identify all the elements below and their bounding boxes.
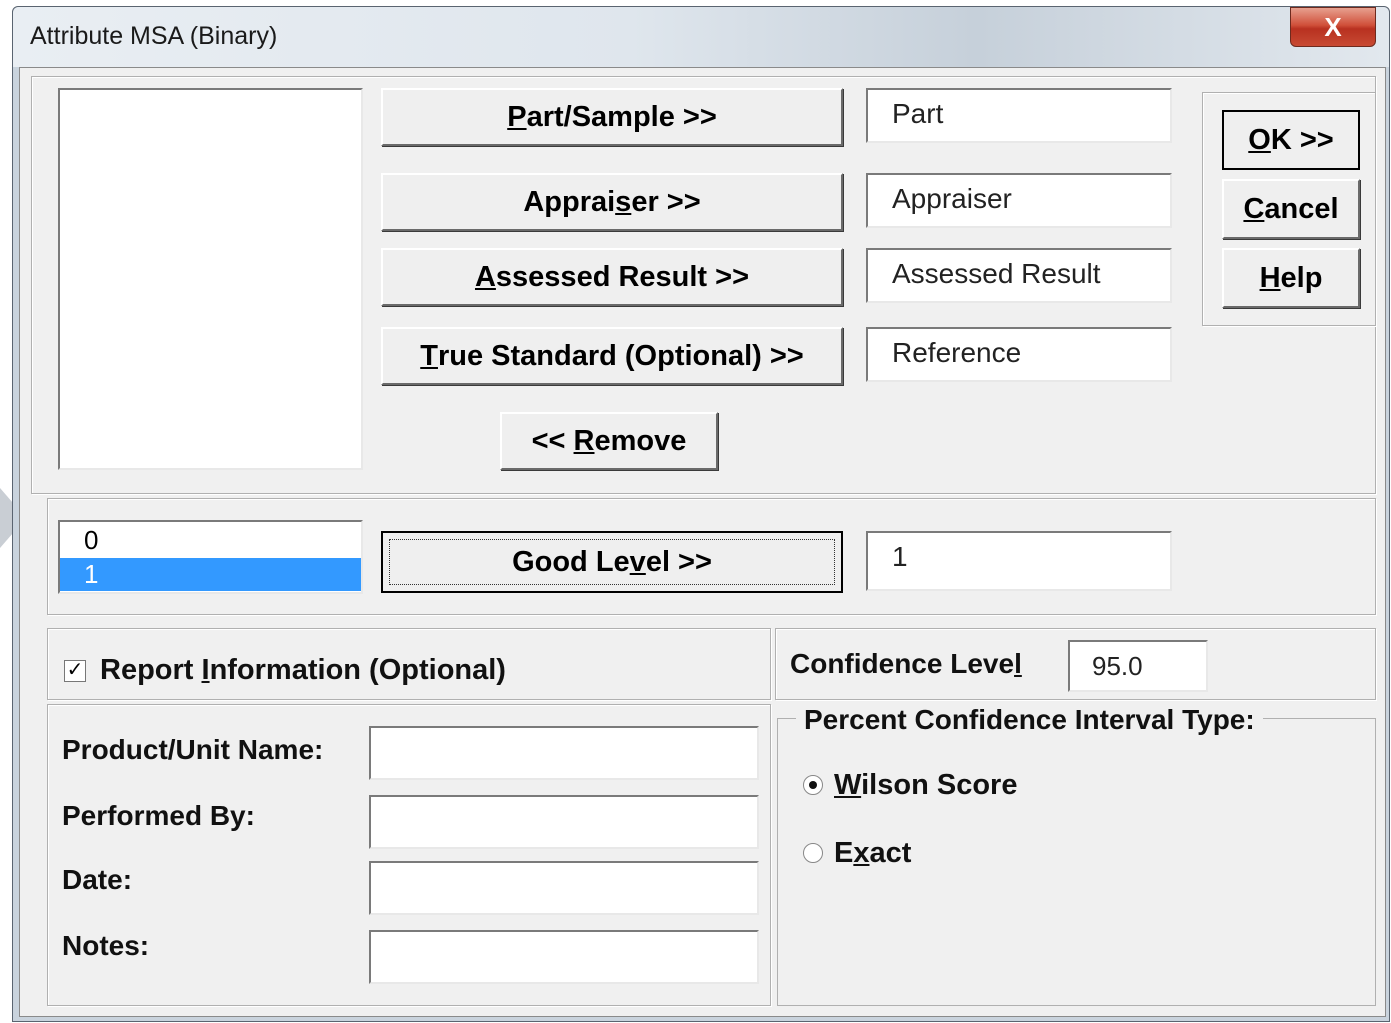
confidence-level-label: Confidence Level <box>790 648 1022 679</box>
notes-label: Notes: <box>62 930 150 961</box>
performed-by-input[interactable] <box>369 795 759 849</box>
product-unit-name-label: Product/Unit Name: <box>62 734 324 765</box>
exact-radio[interactable] <box>803 843 823 863</box>
cancel-button[interactable]: Cancel <box>1222 179 1360 239</box>
true-standard-value: Reference <box>892 337 1022 368</box>
good-level-field[interactable]: 1 <box>866 531 1172 591</box>
exact-label[interactable]: Exact <box>834 837 911 870</box>
focus-rectangle <box>389 539 835 585</box>
close-button[interactable]: X <box>1290 7 1376 47</box>
close-icon: X <box>1324 12 1342 42</box>
assessed-result-button[interactable]: Assessed Result >> <box>381 248 843 306</box>
date-input[interactable] <box>369 861 759 915</box>
levels-listbox[interactable]: 0 1 <box>58 520 363 594</box>
date-label: Date: <box>62 864 133 895</box>
part-sample-field[interactable]: Part <box>866 88 1172 143</box>
appraiser-value: Appraiser <box>892 183 1012 214</box>
interval-type-legend: Percent Confidence Interval Type: <box>796 704 1263 736</box>
variables-listbox[interactable] <box>58 88 363 470</box>
appraiser-field[interactable]: Appraiser <box>866 173 1172 228</box>
notes-input[interactable] <box>369 930 759 984</box>
help-button[interactable]: Help <box>1222 248 1360 308</box>
true-standard-button[interactable]: True Standard (Optional) >> <box>381 327 843 385</box>
window-title: Attribute MSA (Binary) <box>30 22 278 50</box>
report-information-checkbox[interactable]: ✓ <box>64 660 86 682</box>
assessed-result-field[interactable]: Assessed Result <box>866 248 1172 303</box>
level-item-1[interactable]: 1 <box>60 558 361 591</box>
good-level-value: 1 <box>892 541 908 572</box>
true-standard-field[interactable]: Reference <box>866 327 1172 382</box>
report-information-label[interactable]: Report Information (Optional) <box>100 654 506 687</box>
ok-button[interactable]: OK >> <box>1222 110 1360 170</box>
remove-button[interactable]: << Remove <box>500 412 718 470</box>
product-unit-name-input[interactable] <box>369 726 759 780</box>
checkmark-icon: ✓ <box>66 659 84 681</box>
confidence-level-input[interactable]: 95.0 <box>1068 640 1208 692</box>
wilson-score-label[interactable]: Wilson Score <box>834 769 1017 802</box>
wilson-score-radio[interactable] <box>803 775 823 795</box>
level-item-0[interactable]: 0 <box>60 524 361 557</box>
good-level-button[interactable]: Good Le v el >> <box>381 531 843 593</box>
assessed-result-value: Assessed Result <box>892 258 1101 289</box>
appraiser-button[interactable]: Apprai s er >> <box>381 173 843 231</box>
part-sample-button[interactable]: Part/Sample >> <box>381 88 843 146</box>
performed-by-label: Performed By: <box>62 800 255 831</box>
part-sample-value: Part <box>892 98 944 129</box>
